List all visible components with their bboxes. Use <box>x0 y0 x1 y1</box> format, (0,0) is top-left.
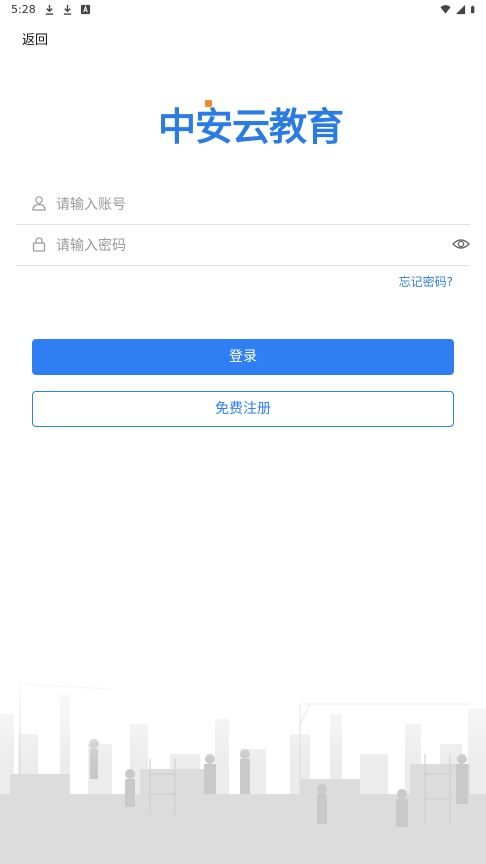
logo-accent-dot <box>205 100 212 107</box>
signal-icon <box>455 4 466 15</box>
back-button[interactable]: 返回 <box>22 29 48 48</box>
status-notifications <box>44 4 91 15</box>
battery-icon <box>471 5 475 14</box>
download-icon <box>45 4 54 15</box>
eye-icon[interactable] <box>452 236 470 252</box>
notification-a-icon <box>80 4 91 15</box>
lock-icon <box>32 237 46 252</box>
password-field <box>16 225 470 266</box>
app-logo: 中安云教育 <box>158 98 344 156</box>
construction-skyline-illustration <box>0 664 486 864</box>
register-button[interactable]: 免费注册 <box>32 391 454 427</box>
login-button[interactable]: 登录 <box>32 339 454 375</box>
wifi-icon <box>440 5 451 14</box>
status-system-icons <box>440 4 478 15</box>
password-input[interactable] <box>54 231 438 261</box>
status-bar: 5:28 <box>0 0 486 22</box>
account-input[interactable] <box>54 190 438 220</box>
status-time: 5:28 <box>11 3 36 16</box>
logo-text: 中安云教育 <box>158 105 344 149</box>
download-icon <box>63 4 72 15</box>
account-field <box>16 184 470 225</box>
user-icon <box>32 196 46 211</box>
forgot-password-link[interactable]: 忘记密码? <box>399 273 453 290</box>
